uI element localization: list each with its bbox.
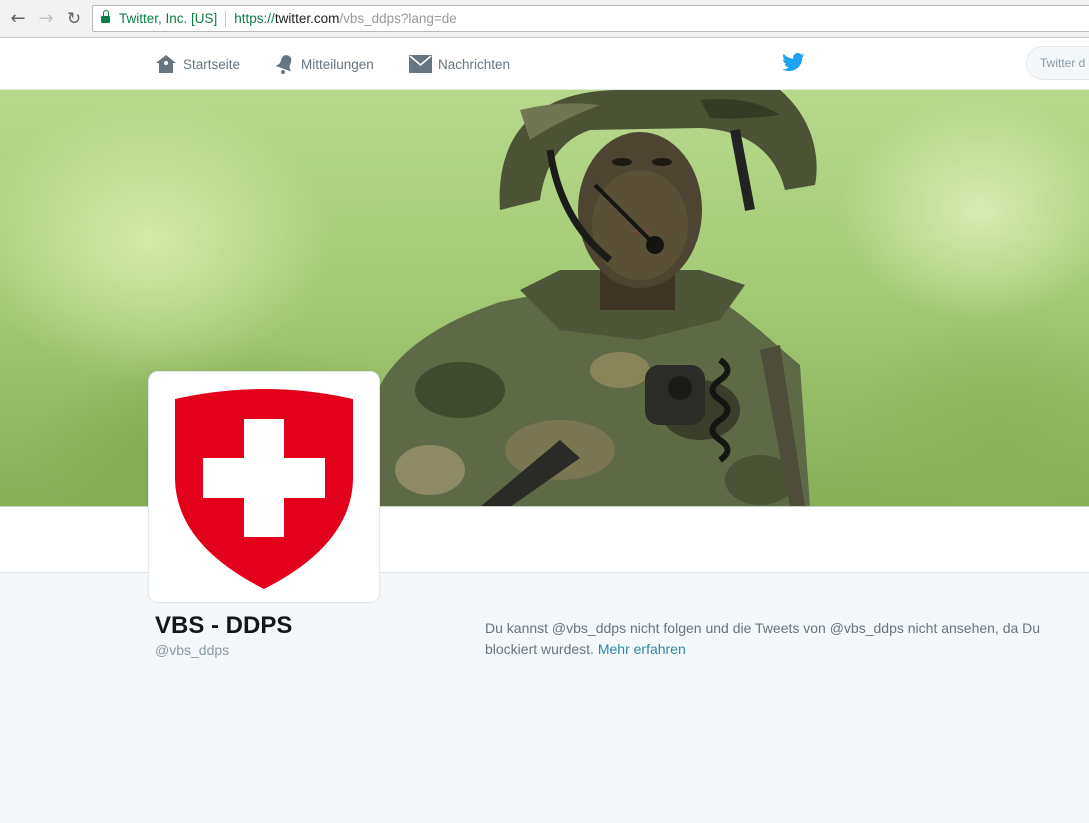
blocked-message: Du kannst @vbs_ddps nicht folgen und die… <box>485 620 1041 657</box>
profile-screen-name[interactable]: @vbs_ddps <box>155 642 229 658</box>
search-input[interactable]: Twitter d <box>1026 46 1089 80</box>
nav-notifications-label: Mitteilungen <box>301 56 374 72</box>
nav-home[interactable]: Startseite <box>155 38 240 90</box>
learn-more-link[interactable]: Mehr erfahren <box>598 641 686 657</box>
nav-notifications[interactable]: Mitteilungen <box>275 38 374 90</box>
forward-icon[interactable]: → <box>36 9 56 29</box>
twitter-bird-icon[interactable] <box>782 53 805 77</box>
lock-icon <box>101 10 110 25</box>
twitter-topbar: Startseite Mitteilungen Nachrichten Twit… <box>0 38 1089 90</box>
omnibox-divider <box>225 10 227 27</box>
url-scheme: https:// <box>234 11 275 26</box>
blocked-notice: Du kannst @vbs_ddps nicht folgen und die… <box>485 618 1085 660</box>
envelope-icon <box>409 55 432 73</box>
nav-home-label: Startseite <box>183 56 241 72</box>
reload-icon[interactable]: ↻ <box>64 9 84 29</box>
back-icon[interactable]: ← <box>8 9 28 29</box>
url-path: /vbs_ddps?lang=de <box>339 11 457 26</box>
ev-certificate-name[interactable]: Twitter, Inc. [US] <box>119 11 217 26</box>
avatar[interactable] <box>148 371 380 603</box>
address-bar[interactable]: Twitter, Inc. [US] https://twitter.com/v… <box>92 5 1089 32</box>
bell-icon <box>275 55 292 74</box>
home-icon <box>156 55 176 73</box>
profile-display-name[interactable]: VBS - DDPS <box>155 612 292 640</box>
browser-toolbar: ← → ↻ Twitter, Inc. [US] https://twitter… <box>0 0 1089 38</box>
nav-messages[interactable]: Nachrichten <box>409 38 510 90</box>
nav-messages-label: Nachrichten <box>438 56 511 72</box>
swiss-coat-of-arms <box>175 389 353 589</box>
url-host: twitter.com <box>274 11 340 26</box>
